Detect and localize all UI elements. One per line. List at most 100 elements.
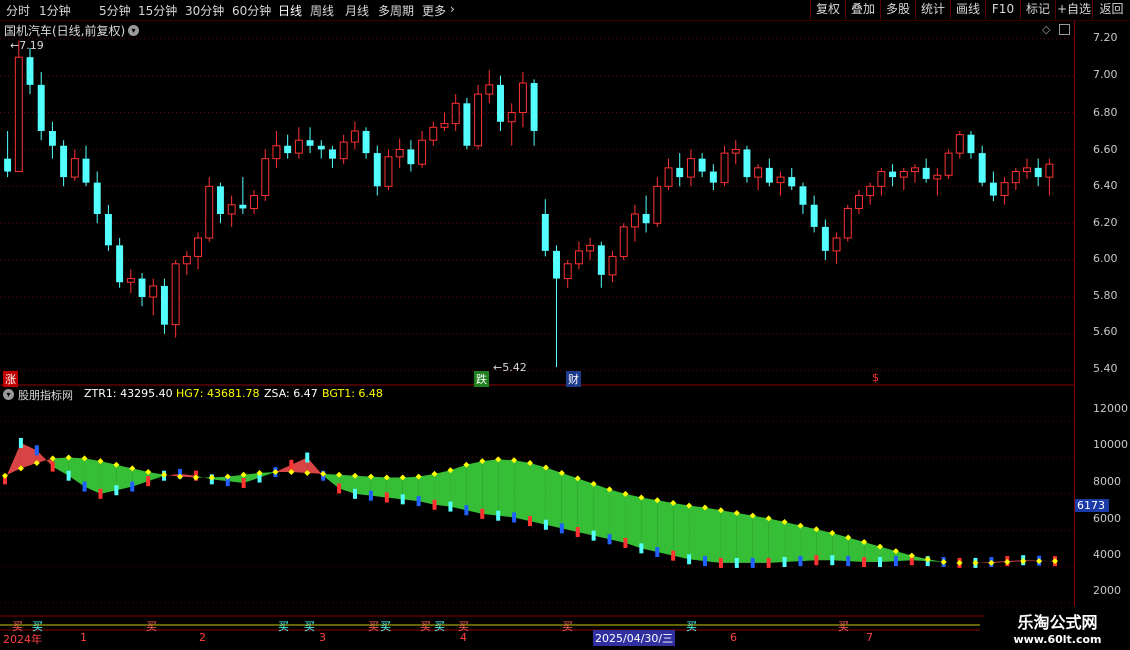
timeline-marker: 买 xyxy=(146,620,157,633)
indicator-diamond xyxy=(33,459,40,466)
back-button[interactable]: 返回 xyxy=(1092,0,1130,19)
indicator-bar xyxy=(750,557,755,568)
indicator-bar xyxy=(146,476,151,487)
period-1min[interactable]: 1分钟 xyxy=(39,2,71,19)
indicator-diamond xyxy=(638,494,645,501)
indicator-diamond xyxy=(1052,558,1058,565)
kline-chart xyxy=(0,38,1075,631)
indicator-band xyxy=(975,562,992,563)
indicator-diamond xyxy=(479,458,486,465)
indicator-diamond xyxy=(352,472,358,479)
mark-button[interactable]: 标记 xyxy=(1020,0,1055,19)
limit-down-badge[interactable]: 跌 xyxy=(474,371,489,387)
indicator-bar xyxy=(241,477,246,488)
indicator-band xyxy=(736,512,753,563)
f10-button[interactable]: F10 xyxy=(985,0,1020,19)
indicator-bar xyxy=(957,557,962,568)
limit-up-badge[interactable]: 涨 xyxy=(3,371,18,387)
candle-down xyxy=(138,278,146,297)
indicator-bar xyxy=(448,501,453,512)
candle-down xyxy=(463,103,471,146)
diamond-icon[interactable]: ◇ xyxy=(1042,23,1050,36)
chevron-right-icon[interactable]: › xyxy=(450,2,455,16)
indicator-band xyxy=(927,559,944,563)
period-fenshi[interactable]: 分时 xyxy=(6,2,30,19)
indicator-band xyxy=(1023,560,1040,562)
indicator-band xyxy=(211,476,228,482)
indicator-bar xyxy=(575,527,580,538)
indicator-bar xyxy=(687,554,692,565)
period-daily[interactable]: 日线 xyxy=(278,2,302,19)
overlay-button[interactable]: 叠加 xyxy=(845,0,880,19)
candle-up xyxy=(384,156,393,187)
indicator-band xyxy=(195,475,212,480)
indicator-band xyxy=(1007,560,1024,563)
candle-down xyxy=(82,158,90,183)
indicator-diamond xyxy=(1036,558,1043,565)
indicator-band xyxy=(689,505,705,562)
finance-badge[interactable]: 财 xyxy=(566,371,581,387)
period-monthly[interactable]: 月线 xyxy=(345,2,369,19)
timeline-marker: 买 xyxy=(278,620,289,633)
indicator-bar xyxy=(289,459,294,470)
indicator-band xyxy=(52,457,69,476)
indicator-band xyxy=(164,473,180,477)
indicator-band xyxy=(275,464,292,473)
period-more[interactable]: 更多 xyxy=(422,2,446,19)
candle-up xyxy=(574,250,583,265)
indicator-bar xyxy=(353,488,357,499)
indicator-diamond xyxy=(447,467,454,474)
period-5min[interactable]: 5分钟 xyxy=(99,2,131,19)
indicator-name[interactable]: 股朋指标网 xyxy=(18,387,73,403)
statistics-button[interactable]: 统计 xyxy=(915,0,950,19)
panel-toggle-icon[interactable] xyxy=(1059,24,1070,35)
indicator-diamond xyxy=(606,486,613,493)
indicator-band xyxy=(768,518,785,563)
multi-stock-button[interactable]: 多股 xyxy=(880,0,915,19)
indicator-diamond xyxy=(463,461,470,468)
chevron-down-icon[interactable]: ▾ xyxy=(3,389,14,400)
indicator-tick: 12000 xyxy=(1093,402,1128,415)
add-favorite-button[interactable]: +自选 xyxy=(1055,0,1092,19)
indicator-band xyxy=(180,473,196,478)
candle-down xyxy=(328,149,336,159)
indicator-diamond xyxy=(972,559,979,566)
period-weekly[interactable]: 周线 xyxy=(310,2,334,19)
indicator-diamond xyxy=(845,534,852,541)
candle-up xyxy=(854,195,863,209)
indicator-diamond xyxy=(367,473,374,480)
indicator-bar xyxy=(528,516,532,527)
timeline-label: 1 xyxy=(80,631,87,644)
candle-up xyxy=(350,130,359,143)
candle-up xyxy=(429,126,438,141)
price-tick: 5.60 xyxy=(1093,325,1118,338)
draw-line-button[interactable]: 画线 xyxy=(950,0,985,19)
indicator-param-ztr1: ZTR1: 43295.40 xyxy=(84,387,173,400)
indicator-bar xyxy=(114,485,119,496)
period-30min[interactable]: 30分钟 xyxy=(185,2,224,19)
indicator-diamond xyxy=(511,457,518,464)
indicator-band xyxy=(482,459,499,516)
candle-up xyxy=(339,141,348,160)
period-60min[interactable]: 60分钟 xyxy=(232,2,271,19)
period-15min[interactable]: 15分钟 xyxy=(138,2,177,19)
candle-down xyxy=(37,84,45,131)
chevron-down-icon[interactable]: ▾ xyxy=(128,25,139,36)
fuquan-button[interactable]: 复权 xyxy=(810,0,845,19)
dividend-badge[interactable]: $ xyxy=(870,371,881,384)
price-tick: 6.20 xyxy=(1093,216,1118,229)
indicator-band xyxy=(450,464,467,511)
indicator-band xyxy=(68,457,85,487)
candle-down xyxy=(810,204,818,227)
indicator-band xyxy=(116,464,133,491)
candle-down xyxy=(989,182,997,196)
period-multi[interactable]: 多周期 xyxy=(378,2,414,19)
indicator-bar xyxy=(862,557,867,568)
indicator-bar xyxy=(1053,556,1057,567)
indicator-band xyxy=(991,561,1008,563)
price-tick: 7.20 xyxy=(1093,31,1118,44)
candle-down xyxy=(541,213,549,251)
candle-up xyxy=(272,145,281,160)
indicator-diamond xyxy=(129,465,136,472)
indicator-bar xyxy=(591,530,596,541)
